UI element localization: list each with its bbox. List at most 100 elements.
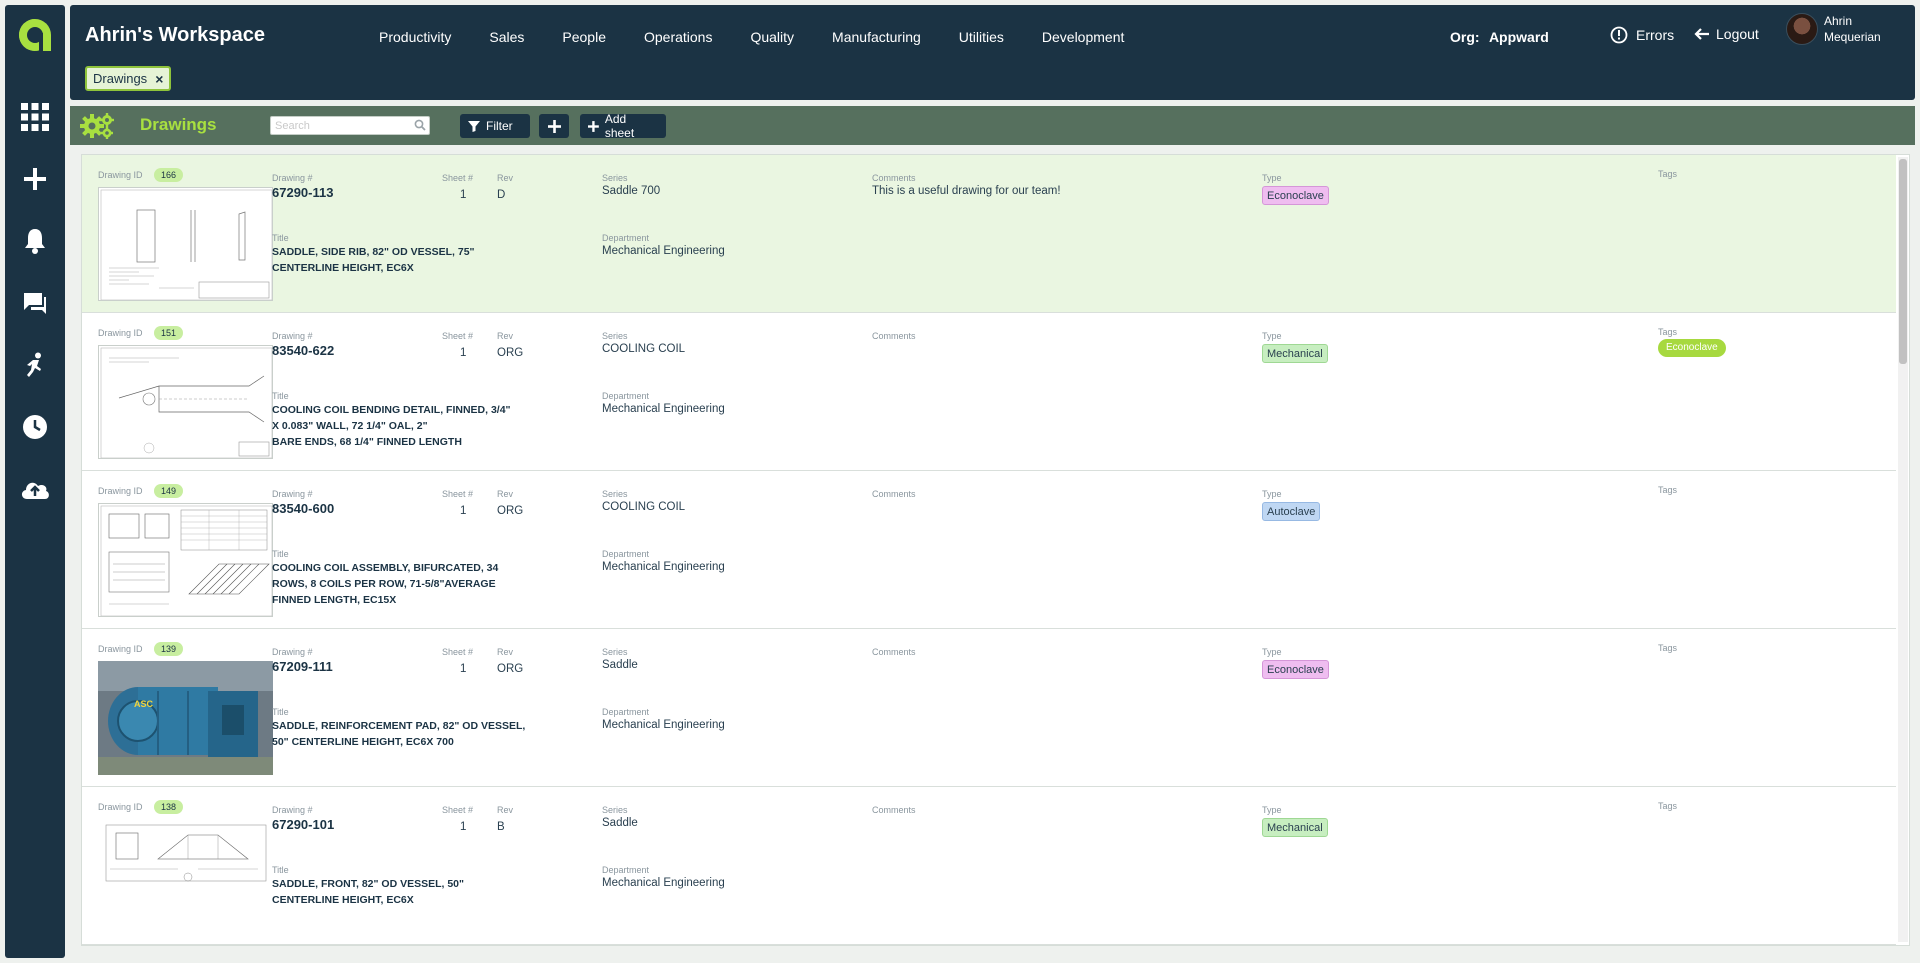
type-badge: Mechanical [1262,818,1328,837]
drawing-thumbnail[interactable] [98,819,273,933]
tags-label: Tags [1658,169,1678,179]
title-label: Title [272,707,289,717]
running-person-icon[interactable] [5,335,65,395]
list-scrollbar[interactable] [1898,157,1908,942]
tags-label: Tags [1658,643,1678,653]
list-item[interactable]: Drawing ID 151 Drawing # 83540-622 Sheet… [82,313,1896,471]
search-input[interactable] [270,116,430,135]
photo-thumb-text: ASC [134,699,154,709]
drawing-title: COOLING COIL ASSEMBLY, BIFURCATED, 34 RO… [272,560,527,608]
rev-value: D [497,189,506,201]
scrollbar-thumb[interactable] [1899,159,1907,364]
tags-label: Tags [1658,327,1678,337]
sheet-number-label: Sheet # [442,489,474,499]
sidebar [5,5,65,958]
nav-people[interactable]: People [543,25,625,49]
nav-productivity[interactable]: Productivity [360,25,470,49]
rev-value: ORG [497,347,524,359]
sheet-number-label: Sheet # [442,331,474,341]
list-item[interactable]: Drawing ID 149 Drawing # 83540-600 Sheet… [82,471,1896,629]
photo-thumbnail[interactable]: ASC [98,661,273,775]
drawing-title-line: SADDLE, SIDE RIB, 82" OD VESSEL, 75" [272,246,475,258]
type-label: Type [1262,173,1282,183]
list-item[interactable]: Drawing ID 139 ASC Drawing # 67209-111 S… [82,629,1896,787]
drawing-title: COOLING COIL BENDING DETAIL, FINNED, 3/4… [272,402,527,450]
drawing-title-line: CENTERLINE HEIGHT, EC6X [272,894,414,906]
list-item[interactable]: Drawing ID 138 Drawing # 67290-101 Sheet… [82,787,1896,945]
drawing-title: SADDLE, REINFORCEMENT PAD, 82" OD VESSEL… [272,718,527,750]
drawings-list: Drawing ID 166 Drawing # 67290-113 Sheet… [81,154,1910,946]
series-value: COOLING COIL [602,501,686,513]
rev-label: Rev [497,805,514,815]
nav-development[interactable]: Development [1023,25,1144,49]
title-label: Title [272,233,289,243]
filter-label: Filter [486,119,513,133]
nav-quality[interactable]: Quality [731,25,813,49]
plus-icon[interactable] [5,149,65,209]
appward-logo[interactable] [15,15,55,55]
logout-button[interactable]: Logout [1694,26,1759,42]
alert-circle-icon [1610,26,1628,44]
department-value: Mechanical Engineering [602,403,725,415]
apps-grid-icon[interactable] [5,87,65,147]
drawing-thumbnail[interactable] [98,345,273,459]
series-label: Series [602,647,628,657]
org-selector[interactable]: Org: Appward [1450,29,1549,45]
type-label: Type [1262,331,1282,341]
workspace-title: Ahrin's Workspace [85,24,265,46]
sheet-number: 1 [460,821,467,833]
drawing-id-badge: 151 [154,326,184,340]
type-badge: Mechanical [1262,344,1328,363]
open-tab-chip[interactable]: Drawings × [85,66,172,91]
rev-value: B [497,821,505,833]
drawing-number-label: Drawing # [272,805,313,815]
drawing-thumbnail[interactable] [98,503,273,617]
comments-label: Comments [872,805,916,815]
nav-sales[interactable]: Sales [470,25,543,49]
rev-label: Rev [497,173,514,183]
drawing-number: 83540-622 [272,343,335,358]
drawing-title: SADDLE, FRONT, 82" OD VESSEL, 50" CENTER… [272,876,527,908]
avatar [1786,13,1818,45]
user-first-name: Ahrin [1824,14,1853,28]
title-label: Title [272,865,289,875]
sheet-number-label: Sheet # [442,805,474,815]
series-label: Series [602,331,628,341]
search-icon[interactable] [414,119,426,131]
drawing-title-line: BARE ENDS, 68 1/4" FINNED LENGTH [272,436,462,448]
drawing-id-badge: 139 [154,642,184,656]
rev-value: ORG [497,505,524,517]
series-value: Saddle 700 [602,185,661,197]
logout-label: Logout [1716,26,1759,42]
department-label: Department [602,707,650,717]
drawing-id-label: Drawing ID [98,486,143,496]
nav-manufacturing[interactable]: Manufacturing [813,25,940,49]
nav-operations[interactable]: Operations [625,25,731,49]
list-item[interactable]: Drawing ID 166 Drawing # 67290-113 Sheet… [82,155,1896,313]
filter-icon [468,121,480,132]
department-value: Mechanical Engineering [602,245,725,257]
org-name: Appward [1488,29,1549,45]
drawing-id-label: Drawing ID [98,170,143,180]
drawing-thumbnail[interactable] [98,187,273,301]
drawing-title-line: ROWS, 8 COILS PER ROW, 71-5/8"AVERAGE [272,578,496,590]
add-sheet-label: Add sheet [604,112,635,140]
tag-pill[interactable]: Econoclave [1658,339,1726,357]
errors-button[interactable]: Errors [1610,26,1674,44]
cloud-upload-icon[interactable] [5,459,65,519]
add-button[interactable] [539,114,569,138]
close-icon[interactable]: × [155,71,163,87]
drawing-sheet-graphic [100,347,272,458]
nav-utilities[interactable]: Utilities [940,25,1023,49]
drawing-id-label: Drawing ID [98,328,143,338]
filter-button[interactable]: Filter [460,114,530,138]
org-label: Org: [1450,29,1480,45]
department-value: Mechanical Engineering [602,877,725,889]
type-label: Type [1262,489,1282,499]
clock-icon[interactable] [5,397,65,457]
bell-icon[interactable] [5,211,65,271]
chat-icon[interactable] [5,273,65,333]
user-menu[interactable]: Ahrin Mequerian [1786,13,1894,45]
drawing-id-label: Drawing ID [98,802,143,812]
add-sheet-button[interactable]: Add sheet [580,112,666,140]
